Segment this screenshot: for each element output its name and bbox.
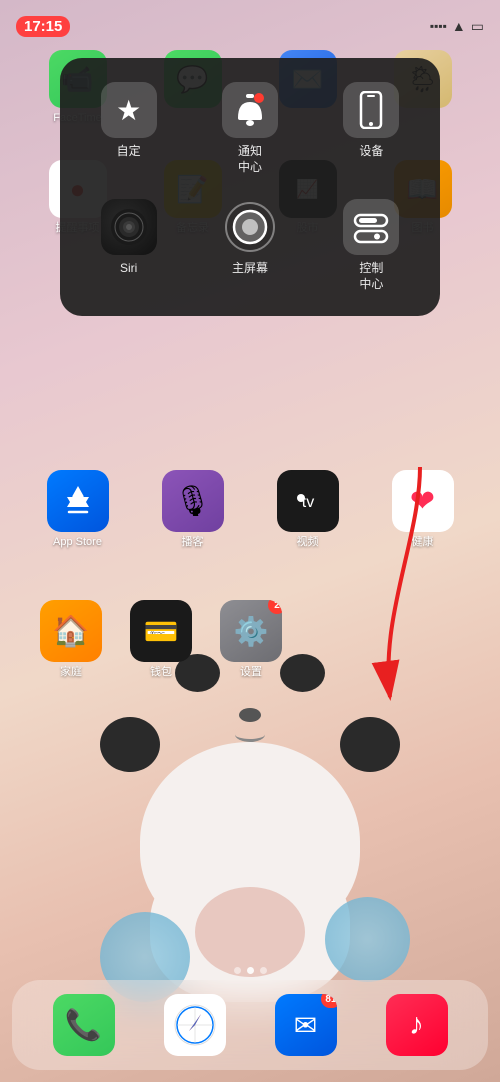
notification-icon-box xyxy=(222,82,278,138)
page-dot-1 xyxy=(234,967,241,974)
home-screen-icon-box xyxy=(222,199,278,255)
podcasts-label: 播客 xyxy=(182,536,204,549)
device-icon-svg xyxy=(359,91,383,129)
panda-mouth xyxy=(235,727,265,742)
health-icon: ❤ xyxy=(410,484,435,519)
music-icon: ♪ xyxy=(409,1008,424,1042)
menu-siri[interactable]: Siri xyxy=(72,191,185,285)
settings-badge: 2 xyxy=(268,600,282,614)
settings-icon: ⚙️ xyxy=(234,615,269,648)
settings-label: 设置 xyxy=(240,666,262,679)
customize-icon-box: ★ xyxy=(101,82,157,138)
customize-label: 自定 xyxy=(117,144,141,160)
app-settings[interactable]: ⚙️ 2 设置 xyxy=(220,600,282,679)
dock-mail[interactable]: ✉ 81 xyxy=(275,994,337,1056)
dock-safari[interactable] xyxy=(164,994,226,1056)
page-dot-3 xyxy=(260,967,267,974)
panda-decoration xyxy=(340,717,400,772)
status-bar: 17:15 ▪▪▪▪ ▲ ▭ xyxy=(0,0,500,44)
mail-badge: 81 xyxy=(321,994,336,1008)
menu-device[interactable]: 设备 xyxy=(315,74,428,168)
phone-icon: 📞 xyxy=(65,1008,102,1043)
app-row-4: 🏠 家庭 💳 钱包 ⚙️ 2 设置 xyxy=(0,600,500,679)
app-appstore[interactable]: App Store xyxy=(47,470,109,549)
app-podcasts[interactable]: 🎙 播客 xyxy=(162,470,224,549)
appstore-icon-svg xyxy=(61,484,95,518)
device-icon-box xyxy=(343,82,399,138)
panda-decoration xyxy=(100,717,160,772)
app-health[interactable]: ❤ 健康 xyxy=(392,470,454,549)
app-appletv[interactable]: tv 视频 xyxy=(277,470,339,549)
siri-icon-svg xyxy=(110,208,148,246)
control-center-icon-box xyxy=(343,199,399,255)
control-center-icon-svg xyxy=(353,209,389,245)
control-center-label: 控制中心 xyxy=(359,261,383,292)
wallet-label: 钱包 xyxy=(150,666,172,679)
appstore-label: App Store xyxy=(53,536,102,549)
notification-icon-svg xyxy=(234,92,266,128)
app-home[interactable]: 🏠 家庭 xyxy=(40,600,102,679)
dock-phone[interactable]: 📞 xyxy=(53,994,115,1056)
podcasts-icon: 🎙 xyxy=(173,484,211,519)
menu-home-screen[interactable]: 主屏幕 xyxy=(193,191,306,285)
notification-center-label: 通知中心 xyxy=(238,144,262,175)
safari-icon-svg xyxy=(174,1004,216,1046)
status-icons: ▪▪▪▪ ▲ ▭ xyxy=(430,18,484,35)
battery-icon: ▭ xyxy=(471,18,484,35)
menu-notification-center[interactable]: 通知中心 xyxy=(193,74,306,183)
dock-music[interactable]: ♪ xyxy=(386,994,448,1056)
home-screen-label: 主屏幕 xyxy=(232,261,268,277)
wifi-icon: ▲ xyxy=(452,18,466,34)
menu-customize[interactable]: ★ 自定 xyxy=(72,74,185,168)
health-label: 健康 xyxy=(412,536,434,549)
app-wallet[interactable]: 💳 钱包 xyxy=(130,600,192,679)
app-row-3: App Store 🎙 播客 tv 视频 ❤ 健康 xyxy=(0,470,500,549)
signal-icon: ▪▪▪▪ xyxy=(430,19,447,33)
siri-icon-box xyxy=(101,199,157,255)
home-screen-icon-svg xyxy=(224,201,276,253)
panda-nose xyxy=(239,708,261,722)
dock: 📞 ✉ 81 ♪ xyxy=(12,980,488,1070)
appletv-icon-svg: tv xyxy=(289,489,327,513)
star-icon: ★ xyxy=(116,94,141,127)
menu-control-center[interactable]: 控制中心 xyxy=(315,191,428,300)
device-label: 设备 xyxy=(359,144,383,160)
context-menu: ★ 自定 通知中心 设备 xyxy=(60,58,440,316)
wallet-icon: 💳 xyxy=(144,615,179,648)
status-time: 17:15 xyxy=(16,16,70,37)
appletv-label: 视频 xyxy=(297,536,319,549)
siri-label: Siri xyxy=(120,261,137,277)
page-dot-2 xyxy=(247,967,254,974)
page-dots xyxy=(0,967,500,974)
home-label: 家庭 xyxy=(60,666,82,679)
home-icon: 🏠 xyxy=(52,614,89,649)
mail-dock-icon: ✉ xyxy=(294,1009,317,1042)
panda-belly xyxy=(195,887,305,977)
